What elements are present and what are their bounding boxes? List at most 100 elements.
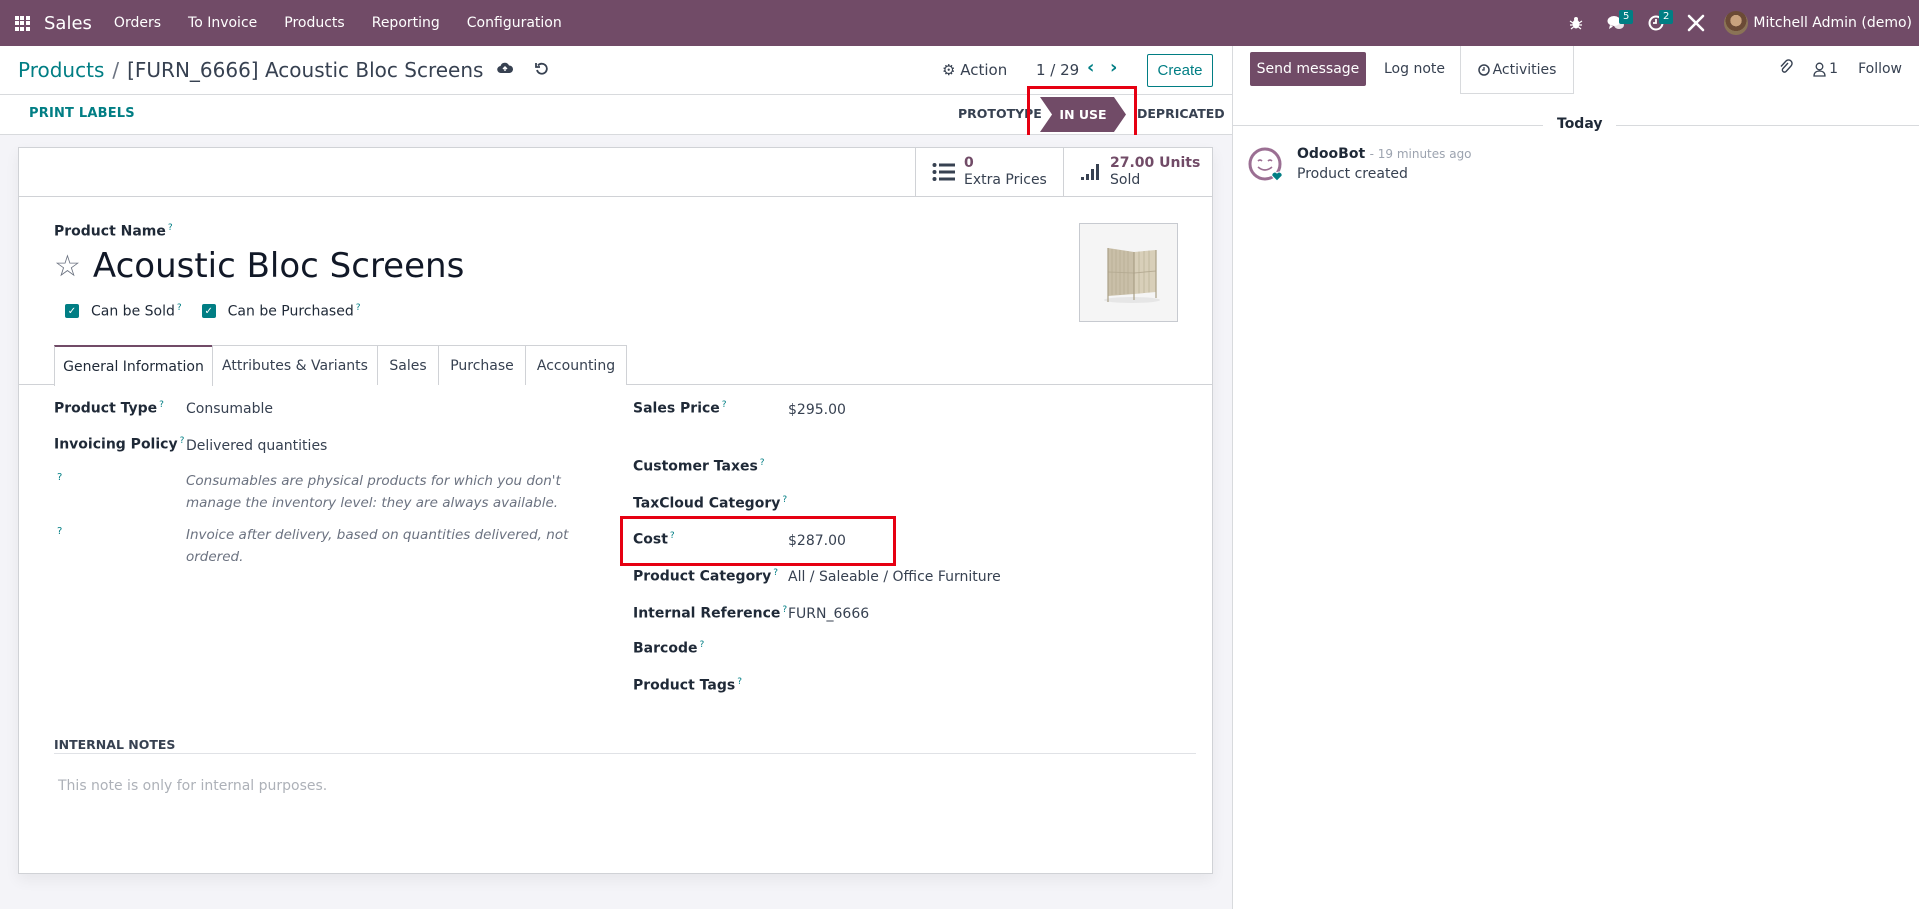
pager-next-button[interactable]: › — [1110, 57, 1117, 78]
apps-menu-button[interactable] — [2, 0, 42, 46]
user-icon — [1813, 62, 1826, 77]
can-be-sold-checkbox[interactable]: ✓ — [65, 304, 79, 319]
paperclip-icon — [1780, 59, 1793, 73]
activities-button[interactable]: 2 — [1636, 0, 1676, 46]
barcode-label: Barcode? — [633, 640, 705, 657]
followers-button[interactable]: 1 — [1813, 61, 1838, 77]
product-image[interactable] — [1079, 223, 1178, 322]
can-be-purchased-checkbox[interactable]: ✓ — [201, 304, 216, 319]
smart-button-box: 0 Extra Prices 27.00 Units Sold — [19, 148, 1212, 197]
help-tooltip-icon[interactable]: ? — [57, 526, 62, 537]
internal-reference-label: Internal Reference? — [633, 605, 788, 622]
breadcrumb: Products / [FURN_6666] Acoustic Bloc Scr… — [18, 58, 549, 82]
app-name[interactable]: Sales — [44, 13, 92, 34]
tools-icon — [1688, 14, 1705, 32]
sales-price-label: Sales Price? — [633, 400, 727, 417]
product-checkboxes: ✓ Can be Sold? ✓ Can be Purchased? — [65, 303, 381, 320]
invoicing-policy-label: Invoicing Policy? — [54, 436, 185, 453]
internal-notes-title: INTERNAL NOTES — [54, 737, 176, 752]
notebook-tabs: General Information Attributes & Variant… — [19, 345, 1212, 386]
stage-depricated[interactable]: DEPRICATED — [1137, 106, 1225, 121]
invoicing-policy-field[interactable]: Delivered quantities — [186, 438, 327, 454]
chatter: Send message Log note Activities 1 Follo… — [1232, 46, 1919, 909]
sales-price-field[interactable]: $295.00 — [788, 402, 846, 418]
user-menu[interactable]: Mitchell Admin (demo) — [1724, 11, 1912, 35]
internal-notes-divider — [54, 753, 1196, 754]
product-category-label: Product Category? — [633, 568, 778, 585]
barcode-field[interactable] — [788, 640, 1088, 660]
control-panel: Products / [FURN_6666] Acoustic Bloc Scr… — [0, 46, 1232, 95]
extra-prices-label: Extra Prices — [964, 172, 1047, 188]
followers-count: 1 — [1829, 61, 1839, 77]
activities-button[interactable]: Activities — [1460, 46, 1574, 94]
settings-tools-button[interactable] — [1676, 0, 1716, 46]
create-button[interactable]: Create — [1147, 54, 1213, 87]
favorite-star-icon[interactable]: ☆ — [54, 249, 81, 284]
can-be-purchased-label: Can be Purchased? — [227, 303, 361, 320]
help-tooltip-icon[interactable]: ? — [168, 223, 173, 233]
tab-general-information[interactable]: General Information — [54, 345, 213, 386]
help-tooltip-icon[interactable]: ? — [57, 472, 62, 483]
debug-button[interactable] — [1556, 0, 1596, 46]
tab-sales[interactable]: Sales — [377, 345, 439, 385]
discard-button[interactable] — [535, 62, 549, 79]
units-sold-value: 27.00 Units — [1110, 155, 1201, 171]
internal-notes-field[interactable]: This note is only for internal purposes. — [58, 778, 327, 794]
breadcrumb-products-link[interactable]: Products — [18, 58, 104, 82]
product-type-field[interactable]: Consumable — [186, 401, 273, 417]
customer-taxes-field[interactable] — [788, 458, 1088, 478]
signal-bars-icon — [1081, 164, 1099, 180]
stage-prototype[interactable]: PROTOTYPE — [958, 106, 1042, 121]
units-sold-button[interactable]: 27.00 Units Sold — [1063, 148, 1212, 196]
internal-reference-field[interactable]: FURN_6666 — [788, 606, 869, 622]
date-separator: Today — [1543, 116, 1617, 132]
pager-previous-button[interactable]: ‹ — [1087, 57, 1094, 78]
action-label: Action — [960, 61, 1008, 79]
tab-attributes-variants[interactable]: Attributes & Variants — [212, 345, 378, 385]
odoobot-avatar[interactable] — [1247, 146, 1283, 182]
user-name: Mitchell Admin (demo) — [1753, 15, 1912, 31]
action-menu-button[interactable]: ⚙ Action — [942, 61, 1007, 79]
acoustic-screen-image — [1103, 247, 1160, 303]
chatter-actions: 1 Follow — [1759, 52, 1902, 86]
follow-button[interactable]: Follow — [1858, 61, 1902, 77]
attachment-button[interactable] — [1779, 59, 1793, 79]
user-avatar — [1724, 11, 1749, 35]
menu-reporting[interactable]: Reporting — [372, 15, 440, 31]
product-type-help: Consumables are physical products for wh… — [186, 473, 561, 511]
form-sheet: 0 Extra Prices 27.00 Units Sold Product … — [18, 147, 1213, 874]
product-tags-label: Product Tags? — [633, 677, 742, 694]
product-name-field[interactable]: Acoustic Bloc Screens — [93, 246, 464, 286]
taxcloud-category-field[interactable] — [788, 495, 1088, 515]
message-date: - 19 minutes ago — [1369, 147, 1472, 161]
messages-badge: 5 — [1619, 10, 1634, 24]
message-author[interactable]: OdooBot — [1297, 146, 1365, 162]
tab-purchase[interactable]: Purchase — [438, 345, 526, 385]
save-cloud-button[interactable] — [497, 62, 514, 78]
product-category-field[interactable]: All / Saleable / Office Furniture — [788, 569, 1001, 585]
cost-label: Cost? — [633, 531, 675, 548]
send-message-button[interactable]: Send message — [1250, 52, 1366, 86]
cost-field[interactable]: $287.00 — [788, 533, 846, 549]
extra-prices-button[interactable]: 0 Extra Prices — [915, 148, 1063, 196]
odoobot-face-icon — [1248, 147, 1283, 182]
messages-button[interactable]: 5 — [1596, 0, 1636, 46]
units-sold-label: Sold — [1110, 172, 1141, 188]
pager-value[interactable]: 1 / 29 — [1036, 61, 1079, 79]
extra-prices-value: 0 — [964, 155, 974, 171]
gear-icon: ⚙ — [942, 61, 956, 79]
message-body: Product created — [1297, 166, 1408, 182]
menu-configuration[interactable]: Configuration — [467, 15, 562, 31]
print-labels-button[interactable]: PRINT LABELS — [29, 106, 135, 121]
undo-icon — [535, 62, 549, 75]
product-tags-field[interactable] — [788, 677, 1088, 697]
product-name-label: Product Name? — [54, 223, 173, 240]
tab-accounting[interactable]: Accounting — [525, 345, 627, 385]
can-be-sold-label: Can be Sold? — [91, 303, 182, 320]
menu-orders[interactable]: Orders — [114, 15, 161, 31]
log-note-button[interactable]: Log note — [1372, 52, 1457, 86]
chatter-topbar: Send message Log note Activities 1 Follo… — [1233, 46, 1919, 94]
menu-to-invoice[interactable]: To Invoice — [188, 15, 257, 31]
menu-products[interactable]: Products — [284, 15, 344, 31]
stage-in-use[interactable]: IN USE — [1040, 97, 1126, 132]
